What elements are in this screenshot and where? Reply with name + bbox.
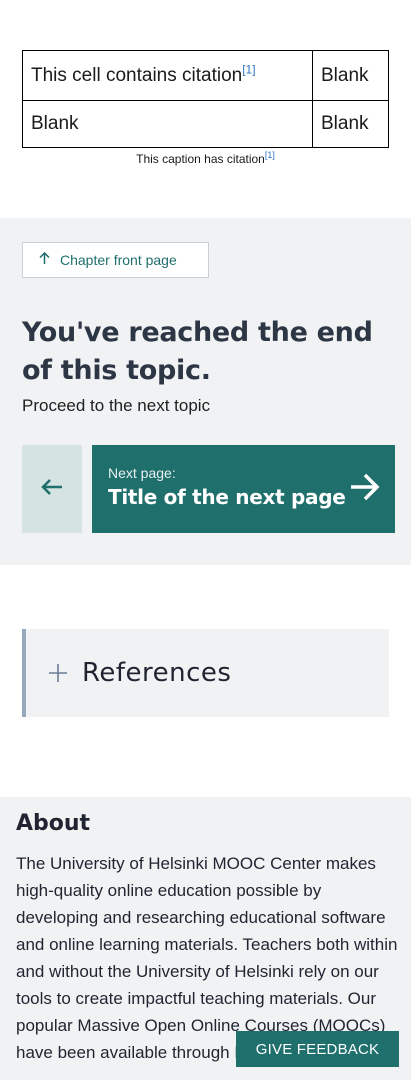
citation-link[interactable]: [1] [242, 62, 255, 76]
table-cell: Blank [312, 100, 389, 148]
end-of-topic-subtitle: Proceed to the next topic [22, 396, 211, 415]
table-row: Blank Blank [22, 100, 389, 148]
end-of-topic-heading: You've reached the end of this topic. [22, 317, 373, 386]
citation-table-figure: This cell contains citation[1] Blank Bla… [22, 50, 389, 166]
cell-text: This cell contains citation [31, 64, 243, 86]
references-toggle[interactable]: References [22, 629, 389, 717]
chapter-front-page-label: Chapter front page [60, 252, 177, 268]
next-page-button[interactable]: Next page: Title of the next page [92, 445, 395, 533]
table-cell: This cell contains citation[1] [22, 50, 313, 101]
table-cell: Blank [22, 100, 313, 148]
references-title: References [82, 658, 232, 688]
next-page-title: Title of the next page [108, 485, 346, 509]
plus-icon [48, 663, 68, 683]
arrow-up-icon [39, 251, 51, 268]
end-of-topic-section: Chapter front page You've reached the en… [0, 218, 411, 565]
arrow-left-icon [41, 478, 63, 500]
citation-link[interactable]: [1] [265, 150, 275, 160]
next-page-kicker: Next page: [108, 465, 176, 481]
chapter-front-page-button[interactable]: Chapter front page [22, 242, 209, 278]
caption-text: This caption has citation [136, 152, 265, 166]
table-row: This cell contains citation[1] Blank [22, 50, 389, 101]
table-caption: This caption has citation[1] [22, 150, 389, 167]
arrow-right-icon [349, 471, 381, 507]
table-cell: Blank [312, 50, 389, 101]
about-heading: About [16, 811, 91, 836]
citation-table: This cell contains citation[1] Blank Bla… [22, 50, 389, 148]
previous-page-button[interactable] [22, 445, 82, 533]
give-feedback-button[interactable]: GIVE FEEDBACK [236, 1031, 399, 1067]
